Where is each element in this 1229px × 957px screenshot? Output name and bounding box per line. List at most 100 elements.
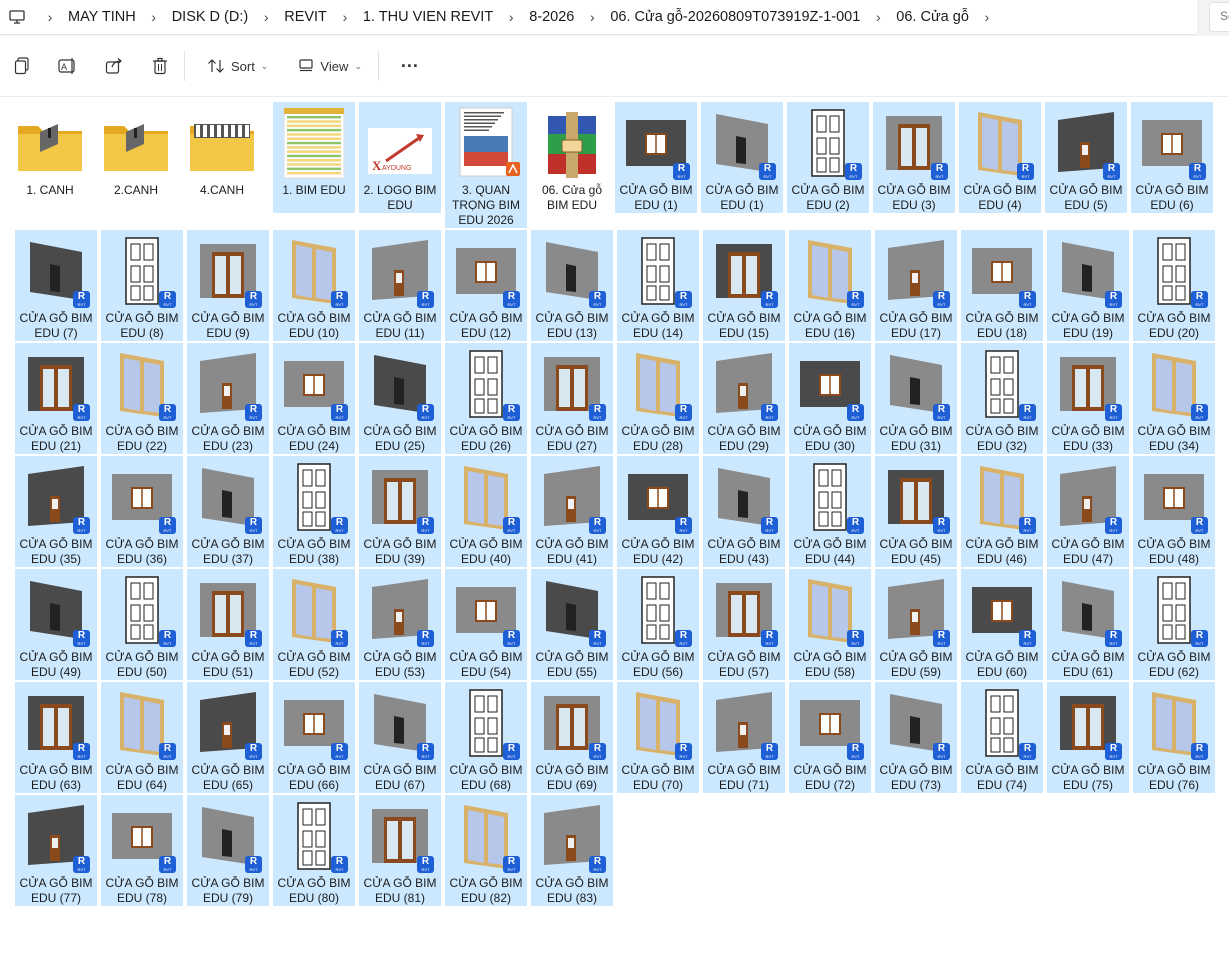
- revit-family-item[interactable]: R RVT CỬA GỖ BIM EDU (51): [187, 569, 269, 680]
- revit-family-item[interactable]: R RVT CỬA GỖ BIM EDU (31): [875, 343, 957, 454]
- revit-family-item[interactable]: R RVT CỬA GỖ BIM EDU (40): [445, 456, 527, 567]
- breadcrumb-item[interactable]: DISK D (D:): [170, 9, 251, 25]
- breadcrumb-item[interactable]: 8-2026: [527, 9, 576, 25]
- monitor-icon[interactable]: [0, 0, 34, 34]
- delete-button[interactable]: [144, 49, 176, 83]
- revit-family-item[interactable]: R RVT CỬA GỖ BIM EDU (24): [273, 343, 355, 454]
- revit-family-item[interactable]: R RVT CỬA GỖ BIM EDU (3): [873, 102, 955, 213]
- revit-family-item[interactable]: R RVT CỬA GỖ BIM EDU (17): [875, 230, 957, 341]
- revit-family-item[interactable]: R RVT CỬA GỖ BIM EDU (82): [445, 795, 527, 906]
- revit-family-item[interactable]: R RVT CỬA GỖ BIM EDU (9): [187, 230, 269, 341]
- revit-family-item[interactable]: R RVT CỬA GỖ BIM EDU (37): [187, 456, 269, 567]
- chevron-right-icon[interactable]: ›: [250, 9, 282, 25]
- revit-family-item[interactable]: R RVT CỬA GỖ BIM EDU (14): [617, 230, 699, 341]
- revit-family-item[interactable]: R RVT CỬA GỖ BIM EDU (7): [15, 230, 97, 341]
- revit-family-item[interactable]: R RVT CỬA GỖ BIM EDU (77): [15, 795, 97, 906]
- revit-family-item[interactable]: R RVT CỬA GỖ BIM EDU (52): [273, 569, 355, 680]
- revit-family-item[interactable]: R RVT CỬA GỖ BIM EDU (60): [961, 569, 1043, 680]
- revit-family-item[interactable]: R RVT CỬA GỖ BIM EDU (42): [617, 456, 699, 567]
- revit-family-item[interactable]: R RVT CỬA GỖ BIM EDU (12): [445, 230, 527, 341]
- view-button[interactable]: View ⌄: [290, 49, 370, 83]
- revit-family-item[interactable]: R RVT CỬA GỖ BIM EDU (1): [615, 102, 697, 213]
- revit-family-item[interactable]: R RVT CỬA GỖ BIM EDU (43): [703, 456, 785, 567]
- revit-family-item[interactable]: R RVT CỬA GỖ BIM EDU (74): [961, 682, 1043, 793]
- revit-family-item[interactable]: R RVT CỬA GỖ BIM EDU (13): [531, 230, 613, 341]
- revit-family-item[interactable]: R RVT CỬA GỖ BIM EDU (34): [1133, 343, 1215, 454]
- revit-family-item[interactable]: R RVT CỬA GỖ BIM EDU (5): [1045, 102, 1127, 213]
- revit-family-item[interactable]: R RVT CỬA GỖ BIM EDU (64): [101, 682, 183, 793]
- revit-family-item[interactable]: R RVT CỬA GỖ BIM EDU (67): [359, 682, 441, 793]
- revit-family-item[interactable]: R RVT CỬA GỖ BIM EDU (45): [875, 456, 957, 567]
- revit-family-item[interactable]: R RVT CỬA GỖ BIM EDU (10): [273, 230, 355, 341]
- revit-family-item[interactable]: R RVT CỬA GỖ BIM EDU (1): [701, 102, 783, 213]
- chevron-right-icon[interactable]: ›: [576, 9, 608, 25]
- file-item[interactable]: X AYDUNG 2. LOGO BIM EDU: [359, 102, 441, 213]
- revit-family-item[interactable]: R RVT CỬA GỖ BIM EDU (20): [1133, 230, 1215, 341]
- revit-family-item[interactable]: R RVT CỬA GỖ BIM EDU (49): [15, 569, 97, 680]
- revit-family-item[interactable]: R RVT CỬA GỖ BIM EDU (22): [101, 343, 183, 454]
- revit-family-item[interactable]: R RVT CỬA GỖ BIM EDU (79): [187, 795, 269, 906]
- folder-item[interactable]: 2.CANH: [95, 102, 177, 202]
- breadcrumb[interactable]: › MAY TINH › DISK D (D:) › REVIT › 1. TH…: [0, 0, 1197, 35]
- breadcrumb-item[interactable]: MAY TINH: [66, 9, 138, 25]
- revit-family-item[interactable]: R RVT CỬA GỖ BIM EDU (56): [617, 569, 699, 680]
- revit-family-item[interactable]: R RVT CỬA GỖ BIM EDU (54): [445, 569, 527, 680]
- revit-family-item[interactable]: R RVT CỬA GỖ BIM EDU (61): [1047, 569, 1129, 680]
- revit-family-item[interactable]: R RVT CỬA GỖ BIM EDU (81): [359, 795, 441, 906]
- revit-family-item[interactable]: R RVT CỬA GỖ BIM EDU (33): [1047, 343, 1129, 454]
- folder-item[interactable]: 4.CANH: [181, 102, 263, 202]
- revit-family-item[interactable]: R RVT CỬA GỖ BIM EDU (35): [15, 456, 97, 567]
- revit-family-item[interactable]: R RVT CỬA GỖ BIM EDU (32): [961, 343, 1043, 454]
- chevron-right-icon[interactable]: ›: [329, 9, 361, 25]
- revit-family-item[interactable]: R RVT CỬA GỖ BIM EDU (48): [1133, 456, 1215, 567]
- revit-family-item[interactable]: R RVT CỬA GỖ BIM EDU (19): [1047, 230, 1129, 341]
- revit-family-item[interactable]: R RVT CỬA GỖ BIM EDU (78): [101, 795, 183, 906]
- revit-family-item[interactable]: R RVT CỬA GỖ BIM EDU (50): [101, 569, 183, 680]
- revit-family-item[interactable]: R RVT CỬA GỖ BIM EDU (8): [101, 230, 183, 341]
- revit-family-item[interactable]: R RVT CỬA GỖ BIM EDU (57): [703, 569, 785, 680]
- breadcrumb-item[interactable]: 1. THU VIEN REVIT: [361, 9, 495, 25]
- chevron-right-icon[interactable]: ›: [34, 9, 66, 25]
- revit-family-item[interactable]: R RVT CỬA GỖ BIM EDU (4): [959, 102, 1041, 213]
- revit-family-item[interactable]: R RVT CỬA GỖ BIM EDU (53): [359, 569, 441, 680]
- sort-button[interactable]: Sort ⌄: [199, 49, 276, 83]
- more-options-button[interactable]: ···: [393, 49, 427, 83]
- revit-family-item[interactable]: R RVT CỬA GỖ BIM EDU (46): [961, 456, 1043, 567]
- chevron-right-icon[interactable]: ›: [971, 9, 1003, 25]
- share-button[interactable]: [98, 49, 130, 83]
- revit-family-item[interactable]: R RVT CỬA GỖ BIM EDU (23): [187, 343, 269, 454]
- revit-family-item[interactable]: R RVT CỬA GỖ BIM EDU (21): [15, 343, 97, 454]
- revit-family-item[interactable]: R RVT CỬA GỖ BIM EDU (47): [1047, 456, 1129, 567]
- revit-family-item[interactable]: R RVT CỬA GỖ BIM EDU (55): [531, 569, 613, 680]
- revit-family-item[interactable]: R RVT CỬA GỖ BIM EDU (41): [531, 456, 613, 567]
- breadcrumb-item[interactable]: REVIT: [282, 9, 329, 25]
- revit-family-item[interactable]: R RVT CỬA GỖ BIM EDU (39): [359, 456, 441, 567]
- revit-family-item[interactable]: R RVT CỬA GỖ BIM EDU (70): [617, 682, 699, 793]
- breadcrumb-item-current[interactable]: 06. Cửa gỗ: [894, 9, 971, 25]
- revit-family-item[interactable]: R RVT CỬA GỖ BIM EDU (66): [273, 682, 355, 793]
- revit-family-item[interactable]: R RVT CỬA GỖ BIM EDU (63): [15, 682, 97, 793]
- revit-family-item[interactable]: R RVT CỬA GỖ BIM EDU (18): [961, 230, 1043, 341]
- revit-family-item[interactable]: R RVT CỬA GỖ BIM EDU (75): [1047, 682, 1129, 793]
- file-grid[interactable]: 1. CANH 2.CANH 4.CANH 1. BIM EDU X AYDUNG…: [0, 96, 1229, 957]
- revit-family-item[interactable]: R RVT CỬA GỖ BIM EDU (69): [531, 682, 613, 793]
- chevron-right-icon[interactable]: ›: [138, 9, 170, 25]
- file-item[interactable]: 3. QUAN TRỌNG BIM EDU 2026: [445, 102, 527, 228]
- revit-family-item[interactable]: R RVT CỬA GỖ BIM EDU (27): [531, 343, 613, 454]
- revit-family-item[interactable]: R RVT CỬA GỖ BIM EDU (44): [789, 456, 871, 567]
- file-item[interactable]: 06. Cửa gỗ BIM EDU: [531, 102, 613, 213]
- rename-button[interactable]: A: [52, 49, 84, 83]
- breadcrumb-item[interactable]: 06. Cửa gỗ-20260809T073919Z-1-001: [608, 9, 862, 25]
- folder-item[interactable]: 1. CANH: [9, 102, 91, 202]
- revit-family-item[interactable]: R RVT CỬA GỖ BIM EDU (71): [703, 682, 785, 793]
- revit-family-item[interactable]: R RVT CỬA GỖ BIM EDU (29): [703, 343, 785, 454]
- revit-family-item[interactable]: R RVT CỬA GỖ BIM EDU (36): [101, 456, 183, 567]
- revit-family-item[interactable]: R RVT CỬA GỖ BIM EDU (28): [617, 343, 699, 454]
- revit-family-item[interactable]: R RVT CỬA GỖ BIM EDU (62): [1133, 569, 1215, 680]
- revit-family-item[interactable]: R RVT CỬA GỖ BIM EDU (72): [789, 682, 871, 793]
- revit-family-item[interactable]: R RVT CỬA GỖ BIM EDU (2): [787, 102, 869, 213]
- search-input[interactable]: Se: [1209, 2, 1229, 32]
- revit-family-item[interactable]: R RVT CỬA GỖ BIM EDU (16): [789, 230, 871, 341]
- revit-family-item[interactable]: R RVT CỬA GỖ BIM EDU (15): [703, 230, 785, 341]
- revit-family-item[interactable]: R RVT CỬA GỖ BIM EDU (76): [1133, 682, 1215, 793]
